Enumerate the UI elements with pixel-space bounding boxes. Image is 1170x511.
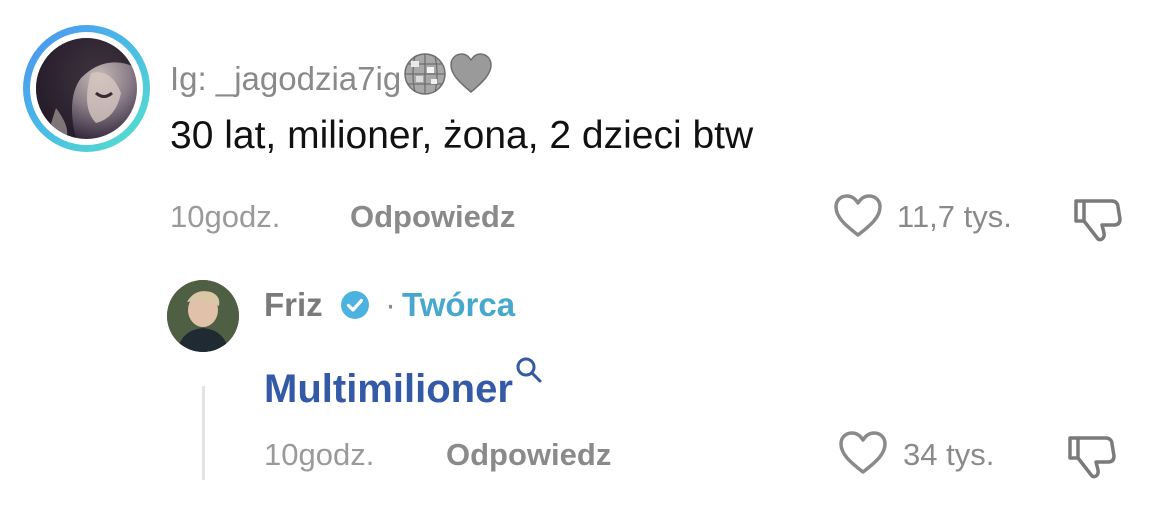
reply-time: 10godz. xyxy=(264,437,375,472)
verified-badge-icon xyxy=(340,290,370,320)
creator-username[interactable]: Friz xyxy=(264,285,323,325)
commenter-avatar[interactable] xyxy=(23,25,150,152)
disco-ball-icon xyxy=(403,52,447,105)
reply-thread-line xyxy=(202,386,205,480)
comment-text: 30 lat, milioner, żona, 2 dzieci btw xyxy=(170,114,754,157)
reply-like-button[interactable] xyxy=(838,430,888,476)
search-icon[interactable] xyxy=(515,346,543,396)
commenter-username-text: Ig: _jagodzia7ig xyxy=(170,60,402,97)
thumbs-down-icon xyxy=(1068,436,1116,479)
reply-text[interactable]: Multimilioner xyxy=(264,346,543,414)
heart-outline-icon xyxy=(839,431,887,474)
creator-avatar[interactable] xyxy=(167,280,239,352)
thumbs-down-icon xyxy=(1074,199,1122,242)
reply-reply-button[interactable]: Odpowiedz xyxy=(446,436,611,474)
commenter-avatar-photo xyxy=(36,38,137,139)
reply-like-count: 34 tys. xyxy=(903,437,995,472)
grey-heart-icon xyxy=(449,52,493,105)
creator-badge: Twórca xyxy=(402,286,516,323)
heart-outline-icon xyxy=(834,194,882,237)
commenter-username[interactable]: Ig: _jagodzia7ig xyxy=(170,52,493,105)
comment-like-count: 11,7 tys. xyxy=(897,199,1012,234)
comment-reply-button[interactable]: Odpowiedz xyxy=(350,198,515,236)
reply-text-content: Multimilioner xyxy=(264,367,513,411)
comment-time: 10godz. xyxy=(170,199,281,234)
name-separator: · xyxy=(385,286,396,323)
comment-dislike-button[interactable] xyxy=(1072,195,1124,243)
reply-dislike-button[interactable] xyxy=(1066,432,1118,480)
comment-like-button[interactable] xyxy=(833,193,883,239)
